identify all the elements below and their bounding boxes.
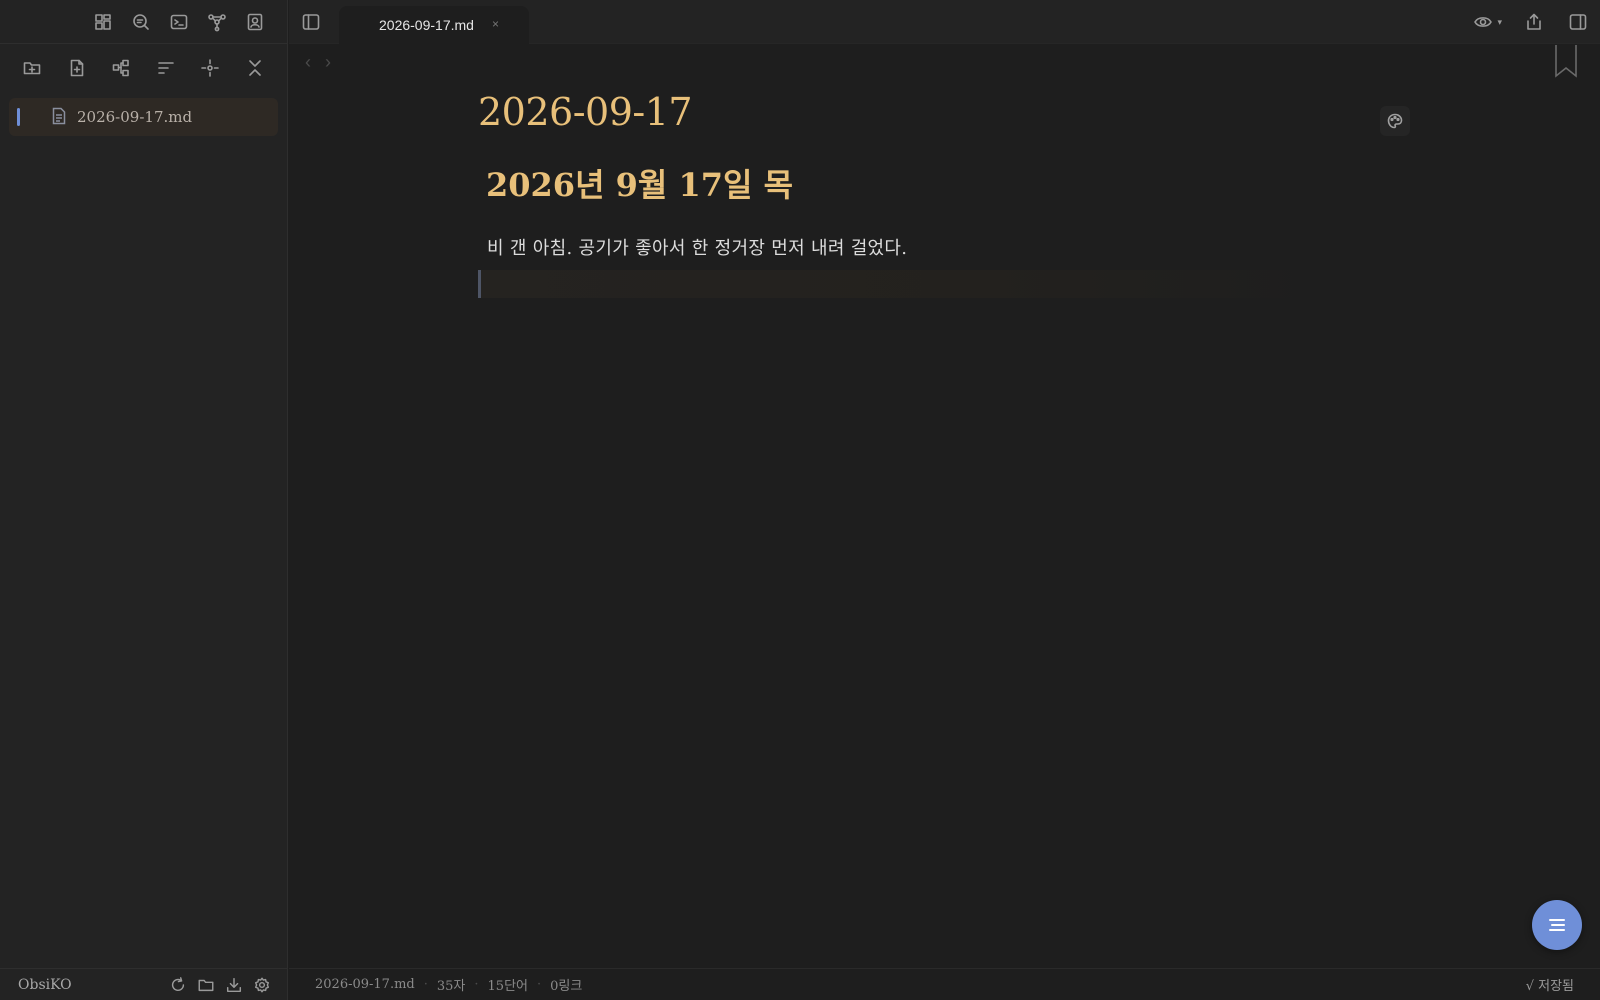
- right-sidebar-toggle-icon[interactable]: [1566, 10, 1590, 34]
- status-separator: ·: [474, 977, 479, 992]
- sort-icon[interactable]: [154, 56, 178, 80]
- status-bar: 2026-09-17.md · 35자 · 15단어 · 0링크 √ 저장됨: [289, 968, 1600, 1000]
- inline-title[interactable]: 2026-09-17: [478, 90, 1408, 134]
- palette-icon[interactable]: [1380, 106, 1410, 136]
- tab-close-button[interactable]: ×: [492, 17, 499, 31]
- history-nav: ‹ ›: [305, 52, 331, 73]
- sync-icon[interactable]: [164, 973, 192, 997]
- outline-icon: [1549, 919, 1565, 931]
- file-tree-item[interactable]: 2026-09-17.md: [9, 98, 278, 136]
- forward-button[interactable]: ›: [325, 52, 331, 73]
- collapse-icon[interactable]: [243, 56, 267, 80]
- contact-icon[interactable]: [243, 10, 267, 34]
- file-name: 2026-09-17.md: [77, 108, 193, 126]
- status-word-count: 15단어: [487, 979, 528, 994]
- download-icon[interactable]: [220, 973, 248, 997]
- chevron-down-icon: ▾: [1497, 16, 1502, 27]
- tab-active-note[interactable]: 2026-09-17.md ×: [339, 6, 529, 44]
- new-note-icon[interactable]: [65, 56, 89, 80]
- tree-icon[interactable]: [109, 56, 133, 80]
- vault-footer: ObsiKO: [0, 968, 288, 1000]
- locate-icon[interactable]: [198, 56, 222, 80]
- status-char-count: 35자: [436, 979, 466, 994]
- ribbon-toolbar: [0, 0, 287, 44]
- note-editor[interactable]: 2026-09-17 2026년 9월 17일 목 비 갠 아침. 공기가 좋아…: [478, 90, 1408, 260]
- share-icon[interactable]: [1522, 10, 1546, 34]
- status-separator: ·: [537, 977, 542, 992]
- new-folder-icon[interactable]: [20, 56, 44, 80]
- sidebar-toggle-icon[interactable]: [299, 10, 323, 34]
- layout-grid-icon[interactable]: [91, 10, 115, 34]
- status-separator: ·: [423, 977, 428, 992]
- active-indicator: [17, 108, 20, 126]
- terminal-icon[interactable]: [167, 10, 191, 34]
- file-tree: 2026-09-17.md: [0, 92, 287, 142]
- active-line[interactable]: [478, 270, 1328, 298]
- note-paragraph[interactable]: 비 갠 아침. 공기가 좋아서 한 정거장 먼저 내려 걸었다.: [487, 234, 1408, 260]
- folder-icon[interactable]: [192, 973, 220, 997]
- file-explorer-toolbar: [0, 44, 287, 92]
- outline-button[interactable]: [1532, 900, 1582, 950]
- left-sidebar: 2026-09-17.md ObsiKO: [0, 0, 288, 1000]
- reading-view-toggle[interactable]: ▾: [1471, 10, 1502, 34]
- bookmark-icon[interactable]: [1554, 44, 1578, 78]
- file-icon: [51, 107, 67, 129]
- tab-bar: 2026-09-17.md × ▾: [289, 0, 1600, 44]
- eye-icon: [1471, 10, 1495, 34]
- status-link-count: 0링크: [550, 979, 583, 994]
- tab-title: 2026-09-17.md: [379, 17, 474, 33]
- graph-icon[interactable]: [205, 10, 229, 34]
- status-file: 2026-09-17.md: [315, 977, 415, 992]
- settings-icon[interactable]: [248, 973, 276, 997]
- view-actions: ▾: [1471, 10, 1590, 34]
- search-icon[interactable]: [129, 10, 153, 34]
- note-heading[interactable]: 2026년 9월 17일 목: [486, 160, 1408, 206]
- vault-name[interactable]: ObsiKO: [18, 977, 164, 993]
- back-button[interactable]: ‹: [305, 52, 311, 73]
- status-saved: √ 저장됨: [1525, 979, 1574, 994]
